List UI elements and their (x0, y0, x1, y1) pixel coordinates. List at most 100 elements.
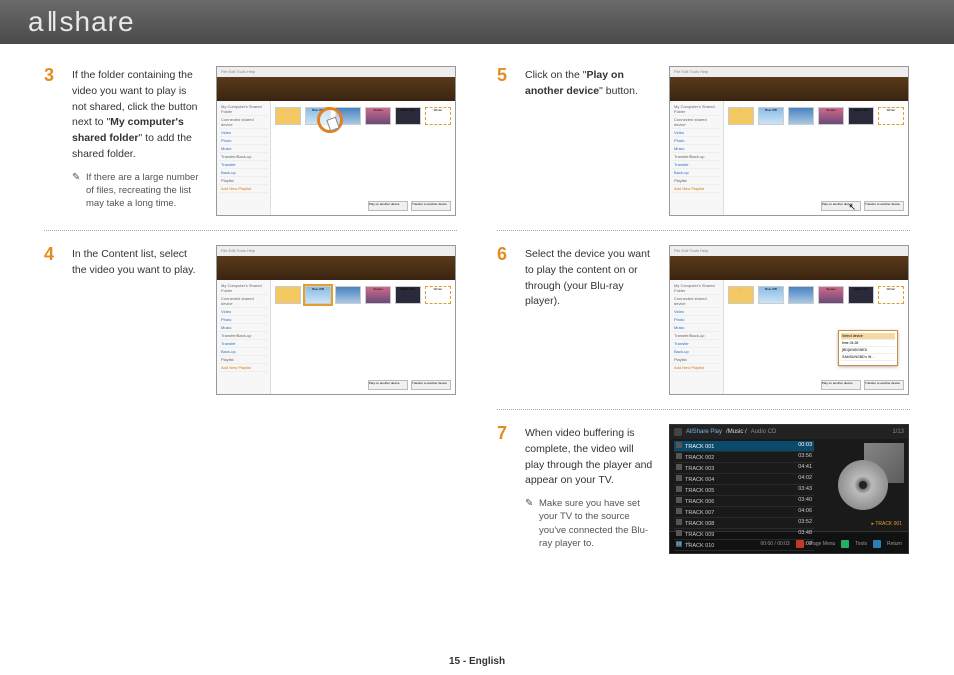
divider-5-6 (497, 230, 910, 231)
s5-btn-trans: Transfer to another device (864, 201, 904, 211)
track-icon (676, 464, 682, 470)
step-4-row: 4 In the Content list, select the video … (44, 245, 457, 395)
popup-line3: SAMSUNGBD's W… (841, 354, 895, 361)
now-playing: ▸ TRACK 001 (872, 521, 903, 527)
player-top-bar: AllShare Play /Music / Audio CD 1/13 (670, 425, 908, 439)
shot-sidebar: My Computer's Shared Folder Connected sh… (217, 101, 271, 215)
s5-thumb-blue2 (788, 107, 814, 125)
t3t: 04:41 (798, 464, 812, 472)
s6-btn-play: Play on another device (821, 380, 861, 390)
page-menu-label: Page Menu (810, 541, 836, 547)
side-connected: Connected shared device (219, 116, 268, 129)
t7n: TRACK 007 (685, 510, 714, 516)
btn-play-4: Play on another device (368, 380, 408, 390)
btn-play-another: Play on another device (368, 201, 408, 211)
track-row-4: TRACK 00404:02 (674, 474, 814, 485)
t8n: TRACK 008 (685, 521, 714, 527)
screenshot-step-7-player: AllShare Play /Music / Audio CD 1/13 TRA… (669, 424, 909, 554)
t1t: 00:03 (798, 442, 812, 450)
return-label: Return (887, 541, 902, 547)
screenshot-step-4: File Edit Tools Help My Computer's Share… (216, 245, 456, 395)
logo-text-a: a (28, 6, 45, 37)
track-row-7: TRACK 00704:06 (674, 507, 814, 518)
step-7-text: When video buffering is complete, the vi… (525, 427, 652, 486)
side-playlist: Playlist (219, 177, 268, 185)
side-transfer: Transfer/Back-up (219, 153, 268, 161)
thumb-water: Water Vibe (395, 107, 421, 125)
shot-titlebar-5 (670, 77, 908, 101)
thumb-up: .. (275, 107, 301, 125)
shuffle-icon: ⤨ (686, 541, 690, 547)
shot-titlebar (217, 77, 455, 101)
step-4-number: 4 (44, 245, 62, 279)
track-row-1: TRACK 001 00:03 (674, 441, 814, 452)
thumb-sunset-4: Sunset (365, 286, 391, 304)
track-icon (676, 486, 682, 492)
track-row-6: TRACK 006 03:40 (674, 496, 814, 507)
t5n: TRACK 005 (685, 488, 714, 494)
side-add-4: Add New Playlist (219, 364, 268, 372)
thumb-sunset: Sunset (365, 107, 391, 125)
divider-6-7 (497, 409, 910, 410)
side-video-4: Video (219, 308, 268, 316)
s5-thumb-sunset: Sunset (818, 107, 844, 125)
player-src: Audio CD (751, 429, 777, 435)
btn-transfer-another: Transfer to another device (411, 201, 451, 211)
t6n: TRACK 006 (685, 499, 714, 505)
red-button-icon (796, 540, 804, 548)
track-row-9: TRACK 00903:48 (674, 529, 814, 540)
thumb-water-4: Water Vibe (395, 286, 421, 304)
step-5-before: Click on the " (525, 69, 587, 81)
s5-thumb-winter: Winter (878, 107, 904, 125)
thumb-winter: Winter (425, 107, 451, 125)
page-footer: 15 - English (0, 656, 954, 667)
highlight-circle-icon (317, 107, 343, 133)
shot-main: .. Blue WB Sunset Water Vibe Winter Play… (271, 101, 455, 215)
track-row-5: TRACK 005 03:43 (674, 485, 814, 496)
s5-t1: Transfer (672, 161, 721, 169)
side-music: Music (219, 145, 268, 153)
step-4: 4 In the Content list, select the video … (44, 245, 202, 279)
track-icon (676, 508, 682, 514)
track-icon (676, 475, 682, 481)
player-sub: /Music / (726, 429, 747, 435)
shot-sidebar-6: My Computer's Shared Folder Connected sh… (670, 280, 724, 394)
logo-text-share: share (60, 6, 135, 37)
side-playlist-4: Playlist (219, 356, 268, 364)
s5-playlist: Playlist (672, 177, 721, 185)
step-7-note: Make sure you have set your TV to the so… (525, 497, 655, 550)
player-count: 1/13 (892, 429, 904, 435)
shot-main-5: .. Blue WB Sunset Water Vibe Winter Play… (724, 101, 908, 215)
track-list: TRACK 00100:03 TRACK 00203:56 TRACK 0030… (670, 439, 818, 531)
shot-menu: File Edit Tools Help (217, 67, 455, 77)
popup-title: Select device (841, 333, 895, 340)
btn-trans-4: Transfer to another device (411, 380, 451, 390)
shot-sidebar-5: My Computer's Shared Folder Connected sh… (670, 101, 724, 215)
t6t: 03:40 (798, 497, 812, 505)
step-5: 5 Click on the "Play on another device" … (497, 66, 655, 100)
shot-titlebar-4 (217, 256, 455, 280)
back-icon (674, 428, 682, 436)
page-header: a‖share (0, 0, 954, 44)
s5-t2: Back-up (672, 169, 721, 177)
player-title: AllShare Play (686, 429, 722, 435)
s6-playlist: Playlist (672, 356, 721, 364)
step-6-number: 6 (497, 245, 515, 310)
t1n: TRACK 001 (685, 444, 714, 450)
s5-video: Video (672, 129, 721, 137)
shot-titlebar-6 (670, 256, 908, 280)
track-icon (676, 530, 682, 536)
step-5-after: " button. (599, 85, 638, 97)
s6-thumb-blue: Blue WB (758, 286, 784, 304)
t5t: 03:43 (798, 486, 812, 494)
now-playing-track: TRACK 001 (875, 521, 902, 527)
device-popup: Select device time 04:28 [BD]UNSIGNED SA… (838, 330, 898, 366)
s6-thumb-water: Water Vibe (848, 286, 874, 304)
shot-sidebar-4: My Computer's Shared Folder Connected sh… (217, 280, 271, 394)
shot-menu-6: File Edit Tools Help (670, 246, 908, 256)
s5-thumb-water: Water Vibe (848, 107, 874, 125)
s5-photo: Photo (672, 137, 721, 145)
track-row-3: TRACK 00304:41 (674, 463, 814, 474)
step-6-text: Select the device you want to play the c… (525, 245, 655, 310)
popup-line2: [BD]UNSIGNED (841, 347, 895, 354)
